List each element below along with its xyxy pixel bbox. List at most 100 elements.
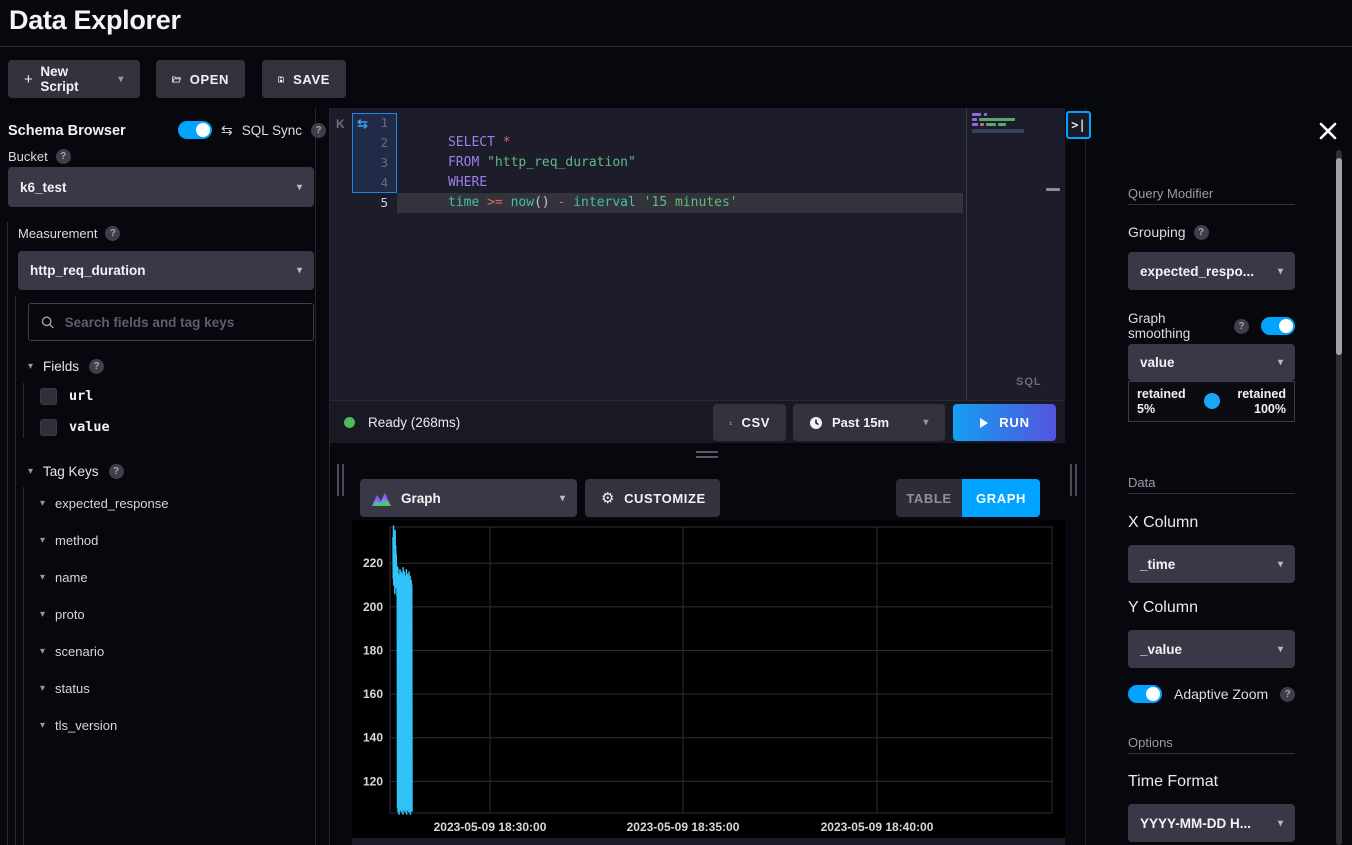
time-range-dropdown[interactable]: Past 15m ▾ — [793, 404, 945, 441]
chevron-down-icon: ▾ — [40, 609, 45, 620]
tab-table[interactable]: TABLE — [896, 479, 962, 517]
sql-editor[interactable]: K ⇆ 1 2 3 4 5 SELECT * FROM "http_req_du… — [330, 108, 1065, 400]
customize-button[interactable]: ⚙ CUSTOMIZE — [585, 479, 720, 517]
chevron-down-icon: ▾ — [40, 572, 45, 583]
csv-label: CSV — [741, 415, 770, 430]
search-icon — [41, 315, 55, 330]
tag-key-item[interactable]: ▾ proto — [40, 603, 85, 625]
chevron-down-icon: ▾ — [28, 361, 33, 372]
sql-operator: >= — [487, 195, 510, 210]
time-format-dropdown[interactable]: YYYY-MM-DD H... ▾ — [1128, 804, 1295, 842]
time-range-value: Past 15m — [832, 415, 889, 430]
slider-handle[interactable] — [1204, 393, 1220, 409]
editor-language-badge: SQL — [1016, 376, 1042, 388]
tag-keys-help-icon[interactable]: ? — [109, 464, 124, 479]
chevron-down-icon: ▾ — [40, 720, 45, 731]
chevron-down-icon: ▾ — [297, 182, 302, 193]
tag-key-label: scenario — [55, 644, 104, 659]
tag-key-item[interactable]: ▾ expected_response — [40, 492, 169, 514]
run-button[interactable]: RUN — [953, 404, 1056, 441]
tab-graph[interactable]: GRAPH — [962, 479, 1040, 517]
tag-key-item[interactable]: ▾ tls_version — [40, 714, 117, 736]
run-label: RUN — [999, 415, 1030, 430]
sql-operator: - — [558, 195, 574, 210]
measurement-help-icon[interactable]: ? — [105, 226, 120, 241]
measurement-label: Measurement — [18, 226, 97, 241]
svg-text:140: 140 — [363, 731, 383, 745]
area-chart-icon — [372, 491, 391, 506]
bucket-help-icon[interactable]: ? — [56, 149, 71, 164]
open-button[interactable]: OPEN — [156, 60, 245, 98]
tag-key-item[interactable]: ▾ method — [40, 529, 98, 551]
page-title: Data Explorer — [9, 5, 181, 36]
adaptive-zoom-help-icon[interactable]: ? — [1280, 687, 1295, 702]
sql-function: now — [511, 195, 534, 210]
right-splitter-handle[interactable] — [1070, 464, 1078, 496]
options-section-label: Options — [1128, 735, 1173, 750]
svg-text:180: 180 — [363, 643, 383, 657]
graph-smoothing-toggle[interactable] — [1261, 317, 1295, 335]
horizontal-splitter-handle[interactable] — [696, 451, 718, 459]
minimap-divider — [966, 108, 967, 400]
graph-smoothing-row: Graph smoothing ? — [1128, 311, 1295, 341]
tag-key-item[interactable]: ▾ name — [40, 566, 88, 588]
customize-label: CUSTOMIZE — [624, 491, 706, 506]
code-line-1: SELECT * — [401, 113, 511, 133]
fields-group-header[interactable]: ▾ Fields ? — [28, 355, 104, 377]
tag-key-label: proto — [55, 607, 85, 622]
tag-key-item[interactable]: ▾ scenario — [40, 640, 104, 662]
retained-percentage-slider[interactable]: retained 5% retained 100% — [1128, 381, 1295, 422]
line-number-active: 5 — [352, 193, 388, 213]
play-icon — [979, 417, 989, 429]
adaptive-zoom-toggle[interactable] — [1128, 685, 1162, 703]
measurement-label-row: Measurement ? — [18, 226, 120, 241]
close-panel-button[interactable] — [1314, 117, 1342, 145]
field-checkbox-url[interactable] — [40, 388, 57, 405]
page-header: Data Explorer — [0, 0, 1352, 47]
smoothing-column-dropdown[interactable]: value ▾ — [1128, 344, 1295, 381]
result-graph[interactable]: 1201401601802002202023-05-09 18:30:00202… — [352, 520, 1065, 838]
view-type-dropdown[interactable]: Graph ▾ — [360, 479, 577, 517]
chevron-down-icon: ▾ — [40, 683, 45, 694]
graph-smoothing-help-icon[interactable]: ? — [1234, 319, 1249, 334]
grouping-help-icon[interactable]: ? — [1194, 225, 1209, 240]
sql-sync-help-icon[interactable]: ? — [311, 123, 326, 138]
tag-key-item[interactable]: ▾ status — [40, 677, 90, 699]
save-label: SAVE — [293, 72, 330, 87]
bucket-dropdown[interactable]: k6_test ▾ — [8, 167, 314, 207]
field-checkbox-value[interactable] — [40, 419, 57, 436]
section-divider — [1128, 493, 1295, 494]
csv-download-button[interactable]: CSV — [713, 404, 786, 441]
panel-scrollbar-thumb[interactable] — [1336, 158, 1342, 355]
panel-scrollbar[interactable] — [1336, 150, 1342, 845]
field-label: value — [69, 419, 110, 435]
data-explorer-app: Data Explorer + New Script ▾ OPEN SAVE S… — [0, 0, 1352, 845]
schema-search — [28, 303, 314, 341]
chevron-down-icon: ▾ — [40, 535, 45, 546]
section-divider — [1128, 753, 1295, 754]
table-tab-label: TABLE — [906, 491, 951, 506]
measurement-dropdown[interactable]: http_req_duration ▾ — [18, 251, 314, 290]
new-script-button[interactable]: + New Script ▾ — [8, 60, 140, 98]
fields-help-icon[interactable]: ? — [89, 359, 104, 374]
grouping-dropdown[interactable]: expected_respo... ▾ — [1128, 252, 1295, 290]
save-button[interactable]: SAVE — [262, 60, 346, 98]
collapse-panel-button[interactable]: >| — [1066, 111, 1091, 139]
search-input[interactable] — [65, 315, 301, 330]
schema-browser-title: Schema Browser — [8, 123, 126, 139]
minimap-scroll-indicator[interactable] — [1046, 188, 1060, 191]
left-splitter-handle[interactable] — [337, 464, 345, 496]
y-column-dropdown[interactable]: _value ▾ — [1128, 630, 1295, 668]
line-chart: 1201401601802002202023-05-09 18:30:00202… — [352, 520, 1065, 838]
plus-icon: + — [24, 71, 33, 88]
x-column-dropdown[interactable]: _time ▾ — [1128, 545, 1295, 583]
gear-icon: ⚙ — [601, 489, 615, 507]
tag-key-label: expected_response — [55, 496, 168, 511]
grouping-label-row: Grouping ? — [1128, 224, 1209, 240]
svg-text:120: 120 — [363, 774, 383, 788]
tag-keys-group-header[interactable]: ▾ Tag Keys ? — [28, 460, 124, 482]
chevron-down-icon: ▾ — [40, 646, 45, 657]
retained-min-label: retained — [1137, 387, 1186, 402]
sql-sync-toggle[interactable] — [178, 121, 212, 139]
x-column-value: _time — [1140, 557, 1175, 572]
